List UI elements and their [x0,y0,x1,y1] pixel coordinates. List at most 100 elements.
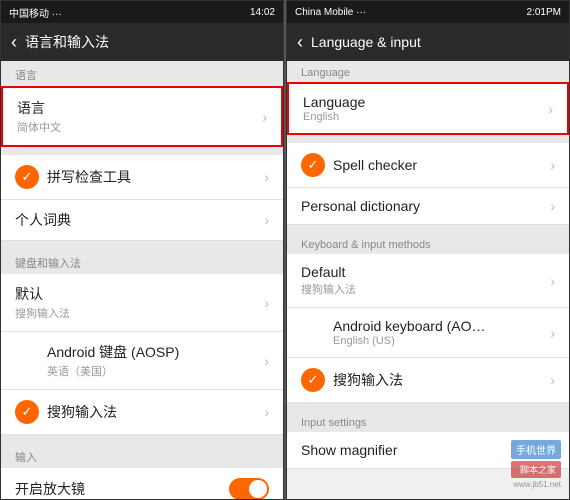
left-page-title: 语言和输入法 [25,32,109,52]
watermark-line1: 手机世界 [511,440,561,459]
right-default-subtitle: 搜狗输入法 [301,281,542,297]
left-magnifier-item[interactable]: 开启放大镜 [1,468,283,499]
left-dict-content: 个人词典 [15,210,256,230]
time-text: 14:02 [250,7,275,18]
right-time: 2:01PM [527,7,561,18]
left-sogou-item[interactable]: ✓ 搜狗输入法 › [1,390,283,435]
left-spell-title: 拼写检查工具 [47,167,256,187]
watermark-line2: 脚本之家 [511,461,561,478]
left-android-keyboard-item[interactable]: Android 键盘 (AOSP) 英语（美国） › [1,332,283,390]
check-icon-sogou: ✓ [15,400,39,424]
right-language-item[interactable]: Language English › [287,82,569,135]
right-divider-2 [287,225,569,233]
left-android-title: Android 键盘 (AOSP) [47,342,256,362]
right-status-bar: China Mobile ··· 2:01PM [287,1,569,23]
chevron-right-icon-dict: › [264,212,269,228]
left-magnifier-title: 开启放大镜 [15,479,229,499]
right-keyboard-section-header: Keyboard & input methods [287,233,569,254]
right-default-item[interactable]: Default 搜狗输入法 › [287,254,569,308]
right-back-button[interactable]: ‹ [297,32,303,53]
left-section-language-header: 语言 [1,61,283,86]
left-magnifier-content: 开启放大镜 [15,479,229,499]
left-personal-dict-item[interactable]: 个人词典 › [1,200,283,241]
left-carrier: 中国移动 ··· [9,5,62,20]
right-chevron-default: › [550,273,555,289]
right-language-section-label: Language [301,67,350,79]
left-dict-title: 个人词典 [15,210,256,230]
right-title-bar: ‹ Language & input [287,23,569,61]
right-dict-content: Personal dictionary [301,198,542,214]
left-default-item[interactable]: 默认 搜狗输入法 › [1,274,283,332]
right-chevron-sogou: › [550,372,555,388]
left-title-bar: ‹ 语言和输入法 [1,23,283,61]
right-chevron-android: › [550,325,555,341]
right-carrier: China Mobile ··· [295,7,366,18]
right-android-keyboard-item[interactable]: Android keyboard (AO… English (US) › [287,308,569,358]
left-back-button[interactable]: ‹ [11,32,17,53]
right-sogou-content: 搜狗输入法 [333,370,542,390]
right-android-subtitle: English (US) [333,335,542,347]
right-spell-title: Spell checker [333,157,542,173]
left-divider-1 [1,147,283,155]
right-check-icon-sogou: ✓ [301,368,325,392]
right-android-title: Android keyboard (AO… [333,318,542,334]
left-language-content: 语言 简体中文 [17,98,254,135]
left-divider-3 [1,435,283,443]
watermark: 手机世界 脚本之家 www.jb51.net [511,440,561,489]
right-android-content: Android keyboard (AO… English (US) [333,318,542,347]
right-personal-dict-item[interactable]: Personal dictionary › [287,188,569,225]
chevron-right-icon-sogou: › [264,404,269,420]
left-android-content: Android 键盘 (AOSP) 英语（美国） [47,342,256,379]
right-input-section-label: Input settings [301,417,366,429]
carrier-text: 中国移动 ··· [9,5,62,20]
right-page-title: Language & input [311,34,421,50]
left-divider-2 [1,241,283,249]
left-language-title: 语言 [17,98,254,118]
right-language-content: Language English [303,94,540,123]
right-divider-1 [287,135,569,143]
left-panel: 中国移动 ··· 14:02 ‹ 语言和输入法 语言 语言 简体中文 › ✓ 拼… [0,0,284,500]
left-android-subtitle: 英语（美国） [47,363,256,379]
right-sogou-item[interactable]: ✓ 搜狗输入法 › [287,358,569,403]
magnifier-toggle[interactable] [229,478,269,499]
right-panel: China Mobile ··· 2:01PM ‹ Language & inp… [286,0,570,500]
right-spell-content: Spell checker [333,157,542,173]
watermark-line3: www.jb51.net [511,480,561,489]
left-default-content: 默认 搜狗输入法 [15,284,256,321]
toggle-knob [249,480,267,498]
left-spell-content: 拼写检查工具 [47,167,256,187]
left-keyboard-section-header: 键盘和输入法 [1,249,283,274]
chevron-right-icon-default: › [264,295,269,311]
right-content: Language Language English › ✓ Spell chec… [287,61,569,499]
language-section-label: 语言 [15,70,37,82]
right-input-section-header: Input settings [287,411,569,432]
right-section-language-header: Language [287,61,569,82]
right-default-title: Default [301,264,542,280]
left-sogou-title: 搜狗输入法 [47,402,256,422]
left-sogou-content: 搜狗输入法 [47,402,256,422]
right-chevron-dict: › [550,198,555,214]
left-default-title: 默认 [15,284,256,304]
right-keyboard-section-label: Keyboard & input methods [301,239,431,251]
right-sogou-title: 搜狗输入法 [333,370,542,390]
right-divider-3 [287,403,569,411]
left-input-section-header: 输入 [1,443,283,468]
left-content: 语言 语言 简体中文 › ✓ 拼写检查工具 › 个人词典 › [1,61,283,499]
right-check-icon-spell: ✓ [301,153,325,177]
left-status-bar: 中国移动 ··· 14:02 [1,1,283,23]
chevron-right-icon-spell: › [264,169,269,185]
right-chevron-spell: › [550,157,555,173]
right-chevron-language: › [548,101,553,117]
right-language-subtitle: English [303,111,540,123]
right-carrier-text: China Mobile ··· [295,7,366,18]
input-section-label: 输入 [15,452,37,464]
right-default-content: Default 搜狗输入法 [301,264,542,297]
left-language-item[interactable]: 语言 简体中文 › [1,86,283,147]
left-language-subtitle: 简体中文 [17,119,254,135]
left-spell-checker-item[interactable]: ✓ 拼写检查工具 › [1,155,283,200]
check-icon-spell: ✓ [15,165,39,189]
right-spell-checker-item[interactable]: ✓ Spell checker › [287,143,569,188]
chevron-right-icon-android: › [264,353,269,369]
chevron-right-icon: › [262,109,267,125]
right-time-text: 2:01PM [527,7,561,18]
